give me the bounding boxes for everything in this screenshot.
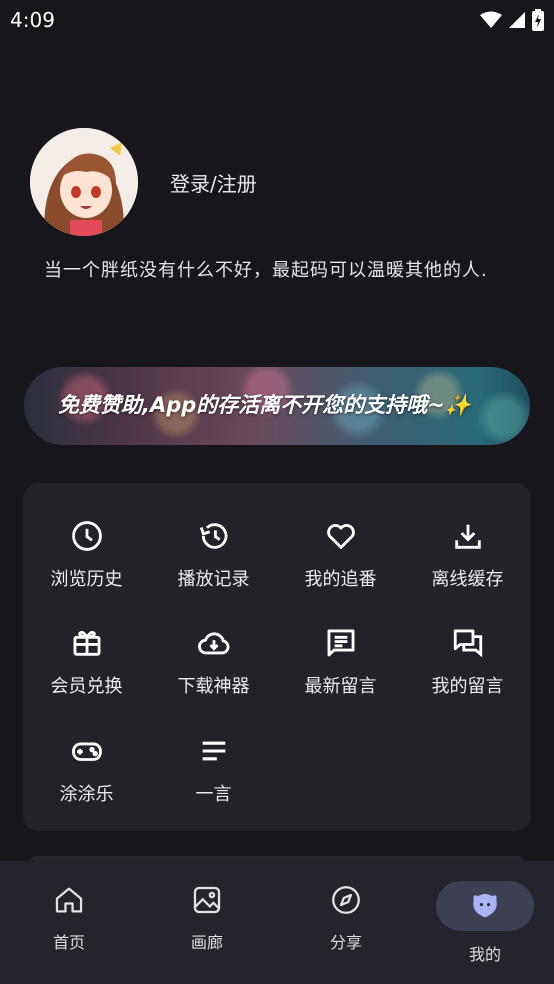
download-icon [454, 524, 481, 549]
bottom-navigation: 首页 画廊 分享 我的 [0, 861, 554, 984]
message-icon [327, 629, 354, 657]
nav-label: 我的 [468, 945, 501, 964]
grid-item-my-follows[interactable]: 我的追番 [277, 519, 404, 599]
grid-item-label: 涂涂乐 [59, 784, 114, 805]
motto-text: 当一个胖纸没有什么不好，最起码可以温暖其他的人. [44, 260, 488, 281]
nav-item-home[interactable]: 首页 [0, 883, 138, 973]
history-icon [199, 523, 227, 549]
grid-item-label: 最新留言 [304, 676, 377, 697]
nav-item-mine[interactable]: 我的 [416, 881, 554, 973]
clock-icon [71, 521, 102, 551]
nav-item-share[interactable]: 分享 [277, 883, 415, 973]
home-icon [55, 887, 83, 913]
signal-icon [509, 12, 525, 28]
compass-icon [332, 886, 360, 914]
cloud-download-icon [197, 632, 229, 655]
status-bar: 4:09 [0, 0, 554, 40]
grid-item-play-history[interactable]: 播放记录 [150, 519, 277, 599]
wifi-icon [480, 11, 502, 28]
grid-item-doodle[interactable]: 涂涂乐 [23, 734, 150, 814]
heart-icon [326, 524, 355, 549]
nav-label: 首页 [52, 933, 85, 952]
forum-icon [453, 629, 482, 658]
grid-item-label: 下载神器 [177, 676, 250, 697]
grid-item-label: 我的留言 [431, 676, 504, 697]
grid-item-vip-redeem[interactable]: 会员兑换 [23, 626, 150, 706]
sponsor-banner-text: 免费赞助,App的存活离不开您的支持哦~✨ [58, 393, 472, 417]
grid-item-label: 我的追番 [304, 569, 377, 590]
active-indicator [436, 881, 534, 931]
gift-icon [73, 630, 100, 656]
grid-item-my-messages[interactable]: 我的留言 [404, 626, 531, 706]
feature-grid: 浏览历史 播放记录 我的追番 离线缓存 会员兑换 下载神器 最新留言 我的留言 … [23, 483, 531, 831]
nav-label: 画廊 [190, 933, 223, 952]
grid-item-browse-history[interactable]: 浏览历史 [23, 519, 150, 599]
login-register-link[interactable]: 登录/注册 [170, 168, 257, 197]
grid-item-download-tool[interactable]: 下载神器 [150, 626, 277, 706]
lines-icon [202, 741, 225, 761]
nav-item-gallery[interactable]: 画廊 [138, 883, 276, 973]
grid-item-latest-messages[interactable]: 最新留言 [277, 626, 404, 706]
gallery-icon [193, 886, 221, 914]
grid-item-label: 播放记录 [177, 569, 250, 590]
grid-item-label: 会员兑换 [50, 676, 123, 697]
battery-icon [532, 9, 544, 31]
grid-item-label: 离线缓存 [431, 569, 504, 590]
grid-item-hitokoto[interactable]: 一言 [150, 734, 277, 814]
grid-item-label: 一言 [195, 784, 232, 805]
status-icons [480, 9, 544, 31]
gamepad-icon [71, 742, 102, 761]
status-time: 4:09 [10, 8, 55, 32]
sponsor-banner[interactable]: 免费赞助,App的存活离不开您的支持哦~✨ [24, 367, 530, 445]
avatar[interactable] [30, 128, 138, 236]
grid-item-offline-cache[interactable]: 离线缓存 [404, 519, 531, 599]
profile-header: 登录/注册 [30, 128, 257, 236]
mascot-icon [473, 893, 497, 918]
grid-item-label: 浏览历史 [50, 569, 123, 590]
nav-label: 分享 [329, 933, 362, 952]
